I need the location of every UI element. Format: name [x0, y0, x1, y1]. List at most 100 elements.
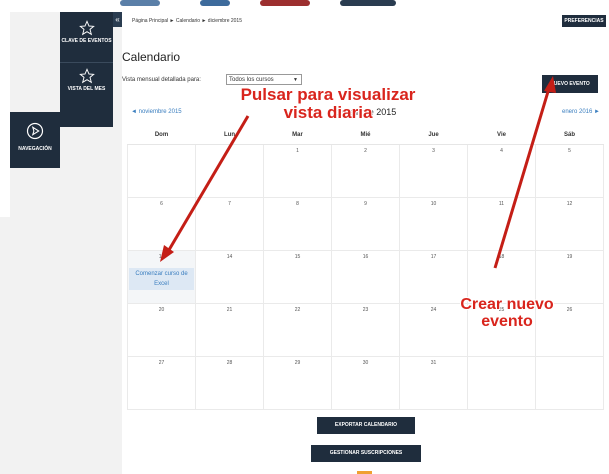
calendar-day-cell[interactable]: 31: [399, 356, 468, 410]
calendar-day-cell[interactable]: 8: [263, 197, 332, 251]
day-number[interactable]: 2: [333, 148, 398, 154]
calendar-day-cell[interactable]: 4: [467, 144, 536, 198]
month-title: diciembre 2015: [334, 107, 397, 117]
calendar-day-cell[interactable]: 17: [399, 250, 468, 304]
calendar-day-cell[interactable]: 1: [263, 144, 332, 198]
breadcrumb-home-link[interactable]: Página Principal: [132, 18, 168, 24]
day-number[interactable]: 30: [333, 360, 398, 366]
calendar-day-cell[interactable]: 23: [331, 303, 400, 357]
calendar-day-cell[interactable]: 6: [127, 197, 196, 251]
preferences-button[interactable]: PREFERENCIAS: [562, 15, 606, 27]
prev-month-link[interactable]: ◄ noviembre 2015: [131, 109, 182, 115]
calendar-day-cell[interactable]: 11: [467, 197, 536, 251]
calendar-day-cell[interactable]: 5: [535, 144, 604, 198]
breadcrumb-separator: ►: [201, 18, 207, 24]
calendar-day-cell[interactable]: 19: [535, 250, 604, 304]
day-number[interactable]: 27: [129, 360, 194, 366]
calendar-day-cell[interactable]: 26: [535, 303, 604, 357]
sidebar-block-menu: CLAVE DE EVENTOS VISTA DEL MES: [60, 12, 113, 127]
weekday-header-row: Dom Lun Mar Mié Jue Vie Sáb: [127, 126, 604, 145]
calendar-day-cell[interactable]: 2: [331, 144, 400, 198]
calendar-day-cell[interactable]: 12: [535, 197, 604, 251]
sidebar-item-event-key[interactable]: CLAVE DE EVENTOS: [60, 20, 113, 44]
weekday-header: Dom: [127, 126, 196, 145]
collapse-sidebar-button[interactable]: «: [113, 12, 122, 27]
sidebar-item-month-view[interactable]: VISTA DEL MES: [60, 68, 113, 92]
breadcrumb-current: diciembre 2015: [207, 18, 242, 24]
banner-decoration: [120, 0, 160, 6]
calendar-day-cell[interactable]: 16: [331, 250, 400, 304]
calendar-day-cell[interactable]: 21: [195, 303, 264, 357]
calendar-day-cell[interactable]: 25: [467, 303, 536, 357]
calendar-day-cell[interactable]: 7: [195, 197, 264, 251]
day-number[interactable]: 24: [401, 307, 466, 313]
calendar-day-cell[interactable]: 22: [263, 303, 332, 357]
sidebar-item-label: NAVEGACIÓN: [18, 146, 52, 152]
calendar-grid: Dom Lun Mar Mié Jue Vie Sáb 1 2 3 4 5 6: [127, 126, 604, 410]
breadcrumb-calendar-link[interactable]: Calendario: [176, 18, 200, 24]
calendar-day-cell[interactable]: 30: [331, 356, 400, 410]
calendar-day-cell[interactable]: [127, 144, 196, 198]
calendar-day-cell[interactable]: 18: [467, 250, 536, 304]
new-event-button[interactable]: NUEVO EVENTO: [542, 75, 598, 93]
day-number[interactable]: 10: [401, 201, 466, 207]
day-number[interactable]: 25: [469, 307, 534, 313]
weekday-header: Jue: [399, 126, 468, 145]
calendar-week-row: 1 2 3 4 5: [127, 144, 604, 198]
calendar-day-cell[interactable]: 15: [263, 250, 332, 304]
calendar-week-row: 20 21 22 23 24 25 26: [127, 303, 604, 357]
day-number[interactable]: 31: [401, 360, 466, 366]
day-number[interactable]: 13: [129, 254, 194, 260]
calendar-day-cell[interactable]: 27: [127, 356, 196, 410]
day-number[interactable]: 4: [469, 148, 534, 154]
calendar-day-cell[interactable]: 10: [399, 197, 468, 251]
calendar-day-cell[interactable]: 13 Comenzar curso de Excel: [127, 250, 196, 304]
next-month-link[interactable]: enero 2016 ►: [562, 109, 600, 115]
day-number[interactable]: 19: [537, 254, 602, 260]
day-number[interactable]: 15: [265, 254, 330, 260]
day-number[interactable]: 17: [401, 254, 466, 260]
day-number[interactable]: 23: [333, 307, 398, 313]
day-number[interactable]: 14: [197, 254, 262, 260]
weekday-header: Sáb: [535, 126, 604, 145]
day-number[interactable]: 8: [265, 201, 330, 207]
manage-subscriptions-button[interactable]: GESTIONAR SUSCRIPCIONES: [311, 445, 421, 462]
calendar-day-cell[interactable]: 28: [195, 356, 264, 410]
export-calendar-button[interactable]: EXPORTAR CALENDARIO: [317, 417, 415, 434]
day-number[interactable]: 18: [469, 254, 534, 260]
sidebar-item-navigation[interactable]: NAVEGACIÓN: [10, 112, 60, 168]
calendar-day-cell[interactable]: 9: [331, 197, 400, 251]
banner-decoration: [340, 0, 396, 6]
day-number[interactable]: 28: [197, 360, 262, 366]
day-number[interactable]: 16: [333, 254, 398, 260]
course-filter-select[interactable]: Todos los cursos ▼: [226, 74, 302, 85]
day-number[interactable]: 21: [197, 307, 262, 313]
dropdown-arrow-icon: ▼: [293, 77, 298, 83]
star-icon: [78, 20, 95, 36]
day-number[interactable]: 9: [333, 201, 398, 207]
calendar-day-cell[interactable]: 20: [127, 303, 196, 357]
day-number[interactable]: 7: [197, 201, 262, 207]
calendar-day-cell[interactable]: [535, 356, 604, 410]
day-number[interactable]: 22: [265, 307, 330, 313]
sidebar-item-label: CLAVE DE EVENTOS: [61, 38, 112, 44]
day-number[interactable]: 3: [401, 148, 466, 154]
day-number[interactable]: 6: [129, 201, 194, 207]
day-number[interactable]: 1: [265, 148, 330, 154]
calendar-day-cell[interactable]: 24: [399, 303, 468, 357]
day-number[interactable]: 11: [469, 201, 534, 207]
day-number[interactable]: 29: [265, 360, 330, 366]
day-number[interactable]: 12: [537, 201, 602, 207]
calendar-day-cell[interactable]: 29: [263, 356, 332, 410]
breadcrumb: Página Principal ► Calendario ► diciembr…: [132, 18, 242, 24]
event-link[interactable]: Comenzar curso de Excel: [129, 268, 194, 290]
course-filter-label: Vista mensual detallada para:: [122, 77, 201, 83]
calendar-day-cell[interactable]: 14: [195, 250, 264, 304]
calendar-day-cell[interactable]: [195, 144, 264, 198]
day-number[interactable]: 26: [537, 307, 602, 313]
calendar-day-cell[interactable]: [467, 356, 536, 410]
calendar-day-cell[interactable]: 3: [399, 144, 468, 198]
day-number[interactable]: 5: [537, 148, 602, 154]
day-number[interactable]: 20: [129, 307, 194, 313]
left-gutter: [0, 12, 10, 217]
